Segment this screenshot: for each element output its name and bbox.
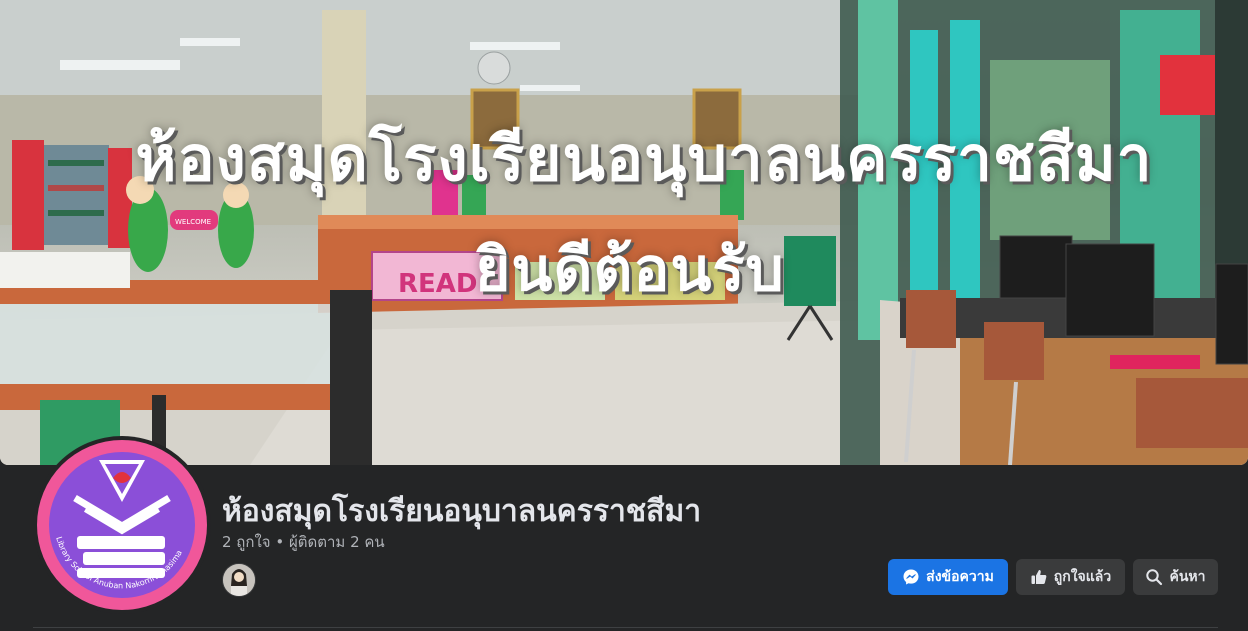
cover-headline-line2: ยินดีต้อนรับ bbox=[475, 235, 785, 305]
header-divider bbox=[33, 627, 1218, 628]
page-stats[interactable]: 2 ถูกใจ • ผู้ติดตาม 2 คน bbox=[222, 530, 385, 554]
liked-button[interactable]: ถูกใจแล้ว bbox=[1016, 559, 1125, 595]
follower-avatar[interactable] bbox=[222, 563, 256, 597]
cover-headline-line1: ห้องสมุดโรงเรียนอนุบาลนครราชสีมา bbox=[135, 122, 1153, 195]
liked-label: ถูกใจแล้ว bbox=[1053, 569, 1112, 585]
page-title: ห้องสมุดโรงเรียนอนุบาลนครราชสีมา bbox=[222, 494, 702, 529]
search-icon bbox=[1145, 568, 1163, 586]
library-logo: Library School Anuban Nakornrachasima bbox=[37, 440, 207, 610]
cover-photo[interactable]: READ WELCOME ห้องสมุดโรงเรียนอนุบาลนครรา… bbox=[0, 0, 1248, 465]
book-logo-icon: Library School Anuban Nakornrachasima bbox=[49, 452, 195, 598]
thumbs-up-icon bbox=[1030, 568, 1048, 586]
send-message-button[interactable]: ส่งข้อความ bbox=[888, 559, 1008, 595]
person-icon bbox=[223, 564, 255, 596]
search-button[interactable]: ค้นหา bbox=[1133, 559, 1218, 595]
send-message-label: ส่งข้อความ bbox=[926, 569, 994, 585]
search-label: ค้นหา bbox=[1169, 569, 1206, 585]
messenger-icon bbox=[902, 568, 920, 586]
profile-picture[interactable]: Library School Anuban Nakornrachasima bbox=[33, 436, 211, 614]
